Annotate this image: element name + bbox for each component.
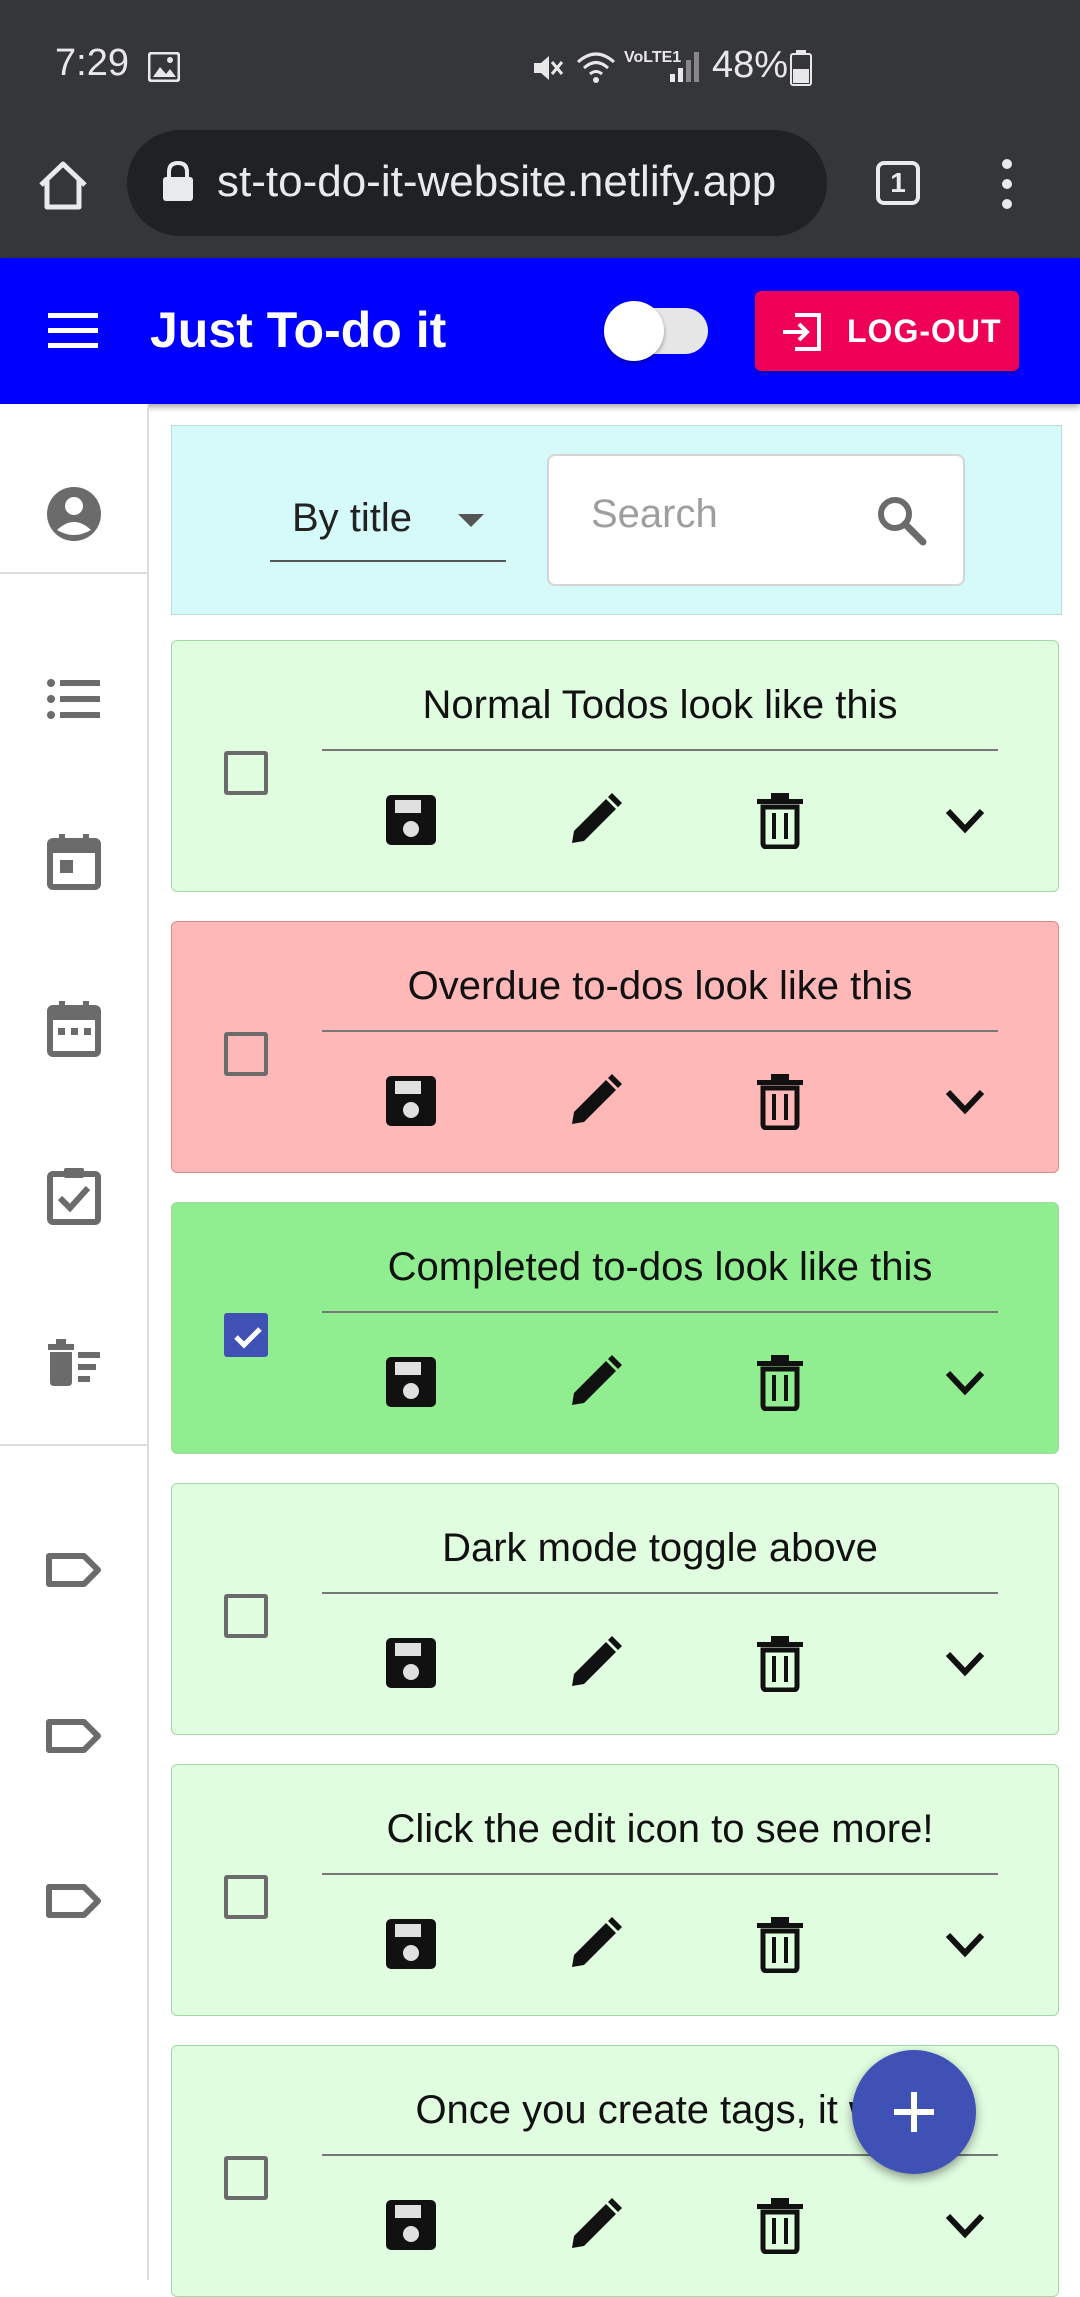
logout-label: LOG-OUT xyxy=(847,313,1002,349)
browser-toolbar: st-to-do-it-website.netlify.app 1 xyxy=(0,130,1080,258)
status-bar: 7:29 VoLTE1 48% xyxy=(0,0,1080,130)
app-title: Just To-do it xyxy=(150,302,447,358)
todo-card: Completed to-dos look like this xyxy=(171,1202,1059,1454)
title-underline xyxy=(322,1592,998,1594)
delete-icon[interactable] xyxy=(751,1072,809,1130)
battery-icon xyxy=(790,50,812,86)
todo-card: Dark mode toggle above xyxy=(171,1483,1059,1735)
network-type-label: VoLTE1 xyxy=(624,49,682,66)
save-icon[interactable] xyxy=(382,1915,440,1973)
todo-checkbox[interactable] xyxy=(224,1313,268,1357)
save-icon[interactable] xyxy=(382,791,440,849)
title-underline xyxy=(322,1873,998,1875)
search-icon[interactable] xyxy=(875,494,927,546)
expand-icon[interactable] xyxy=(936,1634,994,1692)
calendar-week-icon[interactable] xyxy=(44,999,104,1059)
dropdown-arrow-icon xyxy=(458,514,484,527)
more-vert-icon[interactable] xyxy=(992,156,1022,212)
save-icon[interactable] xyxy=(382,1353,440,1411)
label-icon[interactable] xyxy=(44,1706,104,1766)
signal-icon xyxy=(670,52,699,82)
status-time: 7:29 xyxy=(55,42,129,84)
save-icon[interactable] xyxy=(382,1634,440,1692)
edit-icon[interactable] xyxy=(566,2196,624,2254)
expand-icon[interactable] xyxy=(936,1353,994,1411)
delete-icon[interactable] xyxy=(751,791,809,849)
home-icon[interactable] xyxy=(36,158,90,212)
todo-checkbox[interactable] xyxy=(224,1875,268,1919)
label-icon[interactable] xyxy=(44,1540,104,1600)
address-bar[interactable]: st-to-do-it-website.netlify.app xyxy=(127,130,827,236)
battery-percent: 48% xyxy=(712,44,789,86)
dark-mode-toggle[interactable] xyxy=(604,298,712,362)
delete-icon[interactable] xyxy=(751,1634,809,1692)
app-bar: Just To-do it LOG-OUT xyxy=(0,258,1080,404)
assignment-done-icon[interactable] xyxy=(44,1166,104,1226)
sidebar-divider xyxy=(0,1444,147,1446)
delete-icon[interactable] xyxy=(751,1915,809,1973)
todo-checkbox[interactable] xyxy=(224,751,268,795)
expand-icon[interactable] xyxy=(936,2196,994,2254)
todo-title: Click the edit icon to see more! xyxy=(386,1807,934,1851)
account-circle-icon[interactable] xyxy=(44,484,104,544)
list-icon[interactable] xyxy=(44,669,104,729)
expand-icon[interactable] xyxy=(936,1915,994,1973)
todo-title: Completed to-dos look like this xyxy=(387,1245,933,1289)
search-box[interactable] xyxy=(547,454,965,586)
search-input[interactable] xyxy=(591,492,851,537)
toggle-knob xyxy=(604,301,664,361)
todo-checkbox[interactable] xyxy=(224,2156,268,2200)
lock-icon xyxy=(163,160,193,201)
expand-icon[interactable] xyxy=(936,1072,994,1130)
delete-icon[interactable] xyxy=(751,2196,809,2254)
url-text: st-to-do-it-website.netlify.app xyxy=(217,157,777,206)
wifi-icon xyxy=(577,52,615,83)
todo-title: Normal Todos look like this xyxy=(422,683,898,727)
save-icon[interactable] xyxy=(382,1072,440,1130)
sidebar-divider xyxy=(0,572,147,574)
sort-selected-label: By title xyxy=(292,496,413,540)
todo-card: Click the edit icon to see more! xyxy=(171,1764,1059,2016)
sort-select[interactable]: By title xyxy=(270,454,506,562)
tab-count: 1 xyxy=(890,167,906,198)
delete-icon[interactable] xyxy=(751,1353,809,1411)
title-underline xyxy=(322,1311,998,1313)
sidebar xyxy=(0,404,149,2280)
delete-sweep-icon[interactable] xyxy=(44,1332,104,1392)
add-todo-button[interactable] xyxy=(852,2050,976,2174)
todo-title: Overdue to-dos look like this xyxy=(407,964,913,1008)
edit-icon[interactable] xyxy=(566,1915,624,1973)
add-icon xyxy=(894,2092,934,2132)
tab-switcher-button[interactable]: 1 xyxy=(876,161,920,205)
expand-icon[interactable] xyxy=(936,791,994,849)
todo-card: Overdue to-dos look like this xyxy=(171,921,1059,1173)
filter-panel: By title xyxy=(171,425,1062,615)
mute-icon xyxy=(534,56,564,80)
edit-icon[interactable] xyxy=(566,1353,624,1411)
edit-icon[interactable] xyxy=(566,1634,624,1692)
logout-button[interactable]: LOG-OUT xyxy=(755,291,1019,371)
calendar-today-icon[interactable] xyxy=(44,832,104,892)
todo-title: Dark mode toggle above xyxy=(442,1526,878,1570)
image-notification-icon xyxy=(148,52,180,82)
save-icon[interactable] xyxy=(382,2196,440,2254)
title-underline xyxy=(322,1030,998,1032)
title-underline xyxy=(322,749,998,751)
logout-icon xyxy=(783,313,821,351)
todo-checkbox[interactable] xyxy=(224,1032,268,1076)
menu-icon[interactable] xyxy=(48,311,98,351)
edit-icon[interactable] xyxy=(566,1072,624,1130)
label-icon[interactable] xyxy=(44,1871,104,1931)
todo-checkbox[interactable] xyxy=(224,1594,268,1638)
todo-card: Normal Todos look like this xyxy=(171,640,1059,892)
edit-icon[interactable] xyxy=(566,791,624,849)
check-icon xyxy=(234,1327,262,1349)
